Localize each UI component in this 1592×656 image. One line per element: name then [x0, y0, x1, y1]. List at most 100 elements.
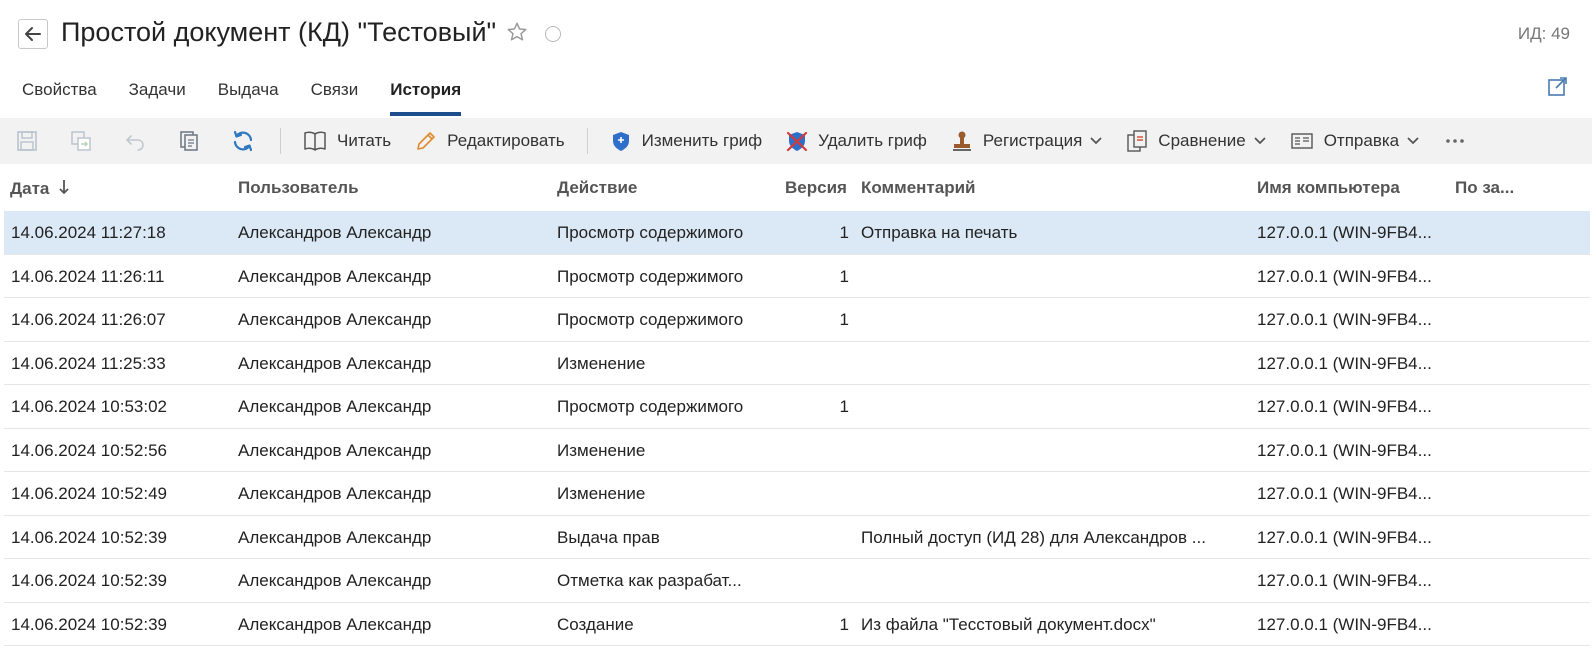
registration-dropdown[interactable]: Регистрация — [939, 118, 1114, 164]
cell-host: 127.0.0.1 (WIN-9FB4... — [1257, 571, 1432, 590]
send-dropdown[interactable]: Отправка — [1278, 118, 1431, 164]
table-row[interactable]: 14.06.2024 10:52:39 Александров Александ… — [4, 603, 1590, 646]
cell-user: Александров Александр — [238, 484, 432, 503]
pencil-icon — [417, 132, 435, 150]
status-circle-icon[interactable] — [545, 26, 561, 42]
send-icon — [1291, 133, 1313, 149]
cell-action: Выдача прав — [557, 527, 660, 547]
cell-action: Отметка как разрабат... — [557, 571, 742, 590]
cell-host: 127.0.0.1 (WIN-9FB4... — [1257, 353, 1432, 373]
copy-save-icon — [71, 131, 91, 151]
column-comment[interactable]: Комментарий — [861, 178, 975, 198]
table-row[interactable]: 14.06.2024 10:52:49 Александров Александ… — [4, 472, 1590, 516]
cell-date: 14.06.2024 11:26:07 — [11, 310, 166, 329]
column-version[interactable]: Версия — [785, 178, 847, 198]
cell-action: Изменение — [557, 484, 646, 503]
cell-date: 14.06.2024 10:52:39 — [11, 571, 167, 590]
column-by-request[interactable]: По за... — [1455, 178, 1514, 198]
registration-label: Регистрация — [982, 131, 1083, 150]
column-user[interactable]: Пользователь — [238, 178, 359, 198]
delete-shield-icon — [787, 131, 808, 152]
delete-grif-label: Удалить гриф — [818, 131, 927, 150]
cell-user: Александров Александр — [238, 310, 432, 329]
tab-issuance[interactable]: Выдача — [202, 70, 295, 118]
tab-bar: Свойства Задачи Выдача Связи История — [0, 70, 477, 118]
document-header: Простой документ (КД) "Тестовый" ИД: 49 … — [0, 0, 1592, 118]
cell-action: Изменение — [557, 440, 646, 460]
cell-host: 127.0.0.1 (WIN-9FB4... — [1257, 310, 1432, 329]
column-host[interactable]: Имя компьютера — [1257, 178, 1400, 198]
cell-date: 14.06.2024 10:52:39 — [11, 527, 167, 547]
history-table: 14.06.2024 11:27:18 Александров Александ… — [4, 211, 1590, 646]
refresh-icon — [233, 130, 253, 152]
cell-version: 1 — [839, 223, 849, 242]
tab-links[interactable]: Связи — [295, 70, 375, 118]
chevron-down-icon — [1090, 137, 1102, 145]
cell-host: 127.0.0.1 (WIN-9FB4... — [1257, 223, 1432, 242]
cell-user: Александров Александр — [238, 614, 432, 634]
change-grif-button[interactable]: Изменить гриф — [598, 118, 775, 164]
tab-history[interactable]: История — [374, 70, 477, 118]
send-label: Отправка — [1323, 131, 1400, 150]
toolbar-divider — [280, 128, 281, 154]
cell-user: Александров Александр — [238, 266, 432, 286]
column-date-label: Дата — [10, 179, 50, 198]
table-row[interactable]: 14.06.2024 10:53:02 Александров Александ… — [4, 385, 1590, 429]
cell-user: Александров Александр — [238, 397, 432, 416]
cell-date: 14.06.2024 10:52:49 — [11, 484, 167, 503]
column-action[interactable]: Действие — [557, 178, 637, 198]
cell-version: 1 — [839, 266, 849, 286]
change-grif-label: Изменить гриф — [641, 131, 763, 150]
delete-grif-button[interactable]: Удалить гриф — [774, 118, 939, 164]
undo-icon — [125, 135, 144, 151]
cell-action: Просмотр содержимого — [557, 397, 744, 416]
undo-button[interactable] — [108, 118, 162, 164]
cell-action: Изменение — [557, 353, 646, 373]
page-title: Простой документ (КД) "Тестовый" — [61, 17, 497, 47]
table-row[interactable]: 14.06.2024 10:52:39 Александров Александ… — [4, 516, 1590, 559]
more-button[interactable] — [1435, 118, 1475, 164]
table-row[interactable]: 14.06.2024 11:26:11 Александров Александ… — [4, 255, 1590, 298]
read-label: Читать — [337, 131, 392, 150]
copy-button[interactable] — [162, 118, 216, 164]
cell-date: 14.06.2024 11:26:11 — [11, 266, 165, 286]
cell-date: 14.06.2024 11:25:33 — [11, 353, 166, 373]
chevron-down-icon — [1407, 137, 1419, 145]
tab-tasks[interactable]: Задачи — [113, 70, 202, 118]
edit-label: Редактировать — [447, 131, 565, 150]
back-button[interactable] — [18, 19, 48, 49]
cell-user: Александров Александр — [238, 223, 432, 242]
save-copy-button[interactable] — [54, 118, 108, 164]
cell-version: 1 — [839, 310, 849, 329]
read-button[interactable]: Читать — [291, 118, 403, 164]
arrow-left-icon — [25, 27, 41, 41]
compare-label: Сравнение — [1158, 131, 1246, 150]
cell-date: 14.06.2024 10:52:56 — [11, 440, 167, 460]
cell-action: Создание — [557, 614, 634, 634]
save-button[interactable] — [0, 118, 54, 164]
cell-user: Александров Александр — [238, 571, 432, 590]
cell-comment: Отправка на печать — [861, 223, 1018, 242]
tab-properties[interactable]: Свойства — [0, 70, 113, 118]
cell-comment: Из файла "Тесстовый документ.docx" — [861, 614, 1156, 634]
cell-host: 127.0.0.1 (WIN-9FB4... — [1257, 614, 1432, 634]
cell-user: Александров Александр — [238, 527, 432, 547]
document-id: ИД: 49 — [1517, 24, 1570, 43]
star-icon[interactable] — [506, 21, 528, 43]
cell-host: 127.0.0.1 (WIN-9FB4... — [1257, 527, 1432, 547]
table-row[interactable]: 14.06.2024 10:52:56 Александров Александ… — [4, 429, 1590, 472]
column-date[interactable]: Дата — [10, 178, 70, 199]
table-row[interactable]: 14.06.2024 11:25:33 Александров Александ… — [4, 342, 1590, 385]
cell-user: Александров Александр — [238, 440, 432, 460]
compare-icon — [1127, 130, 1147, 152]
table-row[interactable]: 14.06.2024 11:26:07 Александров Александ… — [4, 298, 1590, 342]
compare-dropdown[interactable]: Сравнение — [1114, 118, 1277, 164]
open-external-icon[interactable] — [1546, 74, 1570, 98]
cell-date: 14.06.2024 11:27:18 — [11, 223, 166, 242]
edit-button[interactable]: Редактировать — [403, 118, 576, 164]
refresh-button[interactable] — [216, 118, 270, 164]
table-row[interactable]: 14.06.2024 10:52:39 Александров Александ… — [4, 559, 1590, 603]
table-row[interactable]: 14.06.2024 11:27:18 Александров Александ… — [4, 211, 1590, 255]
cell-comment: Полный доступ (ИД 28) для Александров ..… — [861, 527, 1206, 547]
cell-version: 1 — [839, 397, 849, 416]
